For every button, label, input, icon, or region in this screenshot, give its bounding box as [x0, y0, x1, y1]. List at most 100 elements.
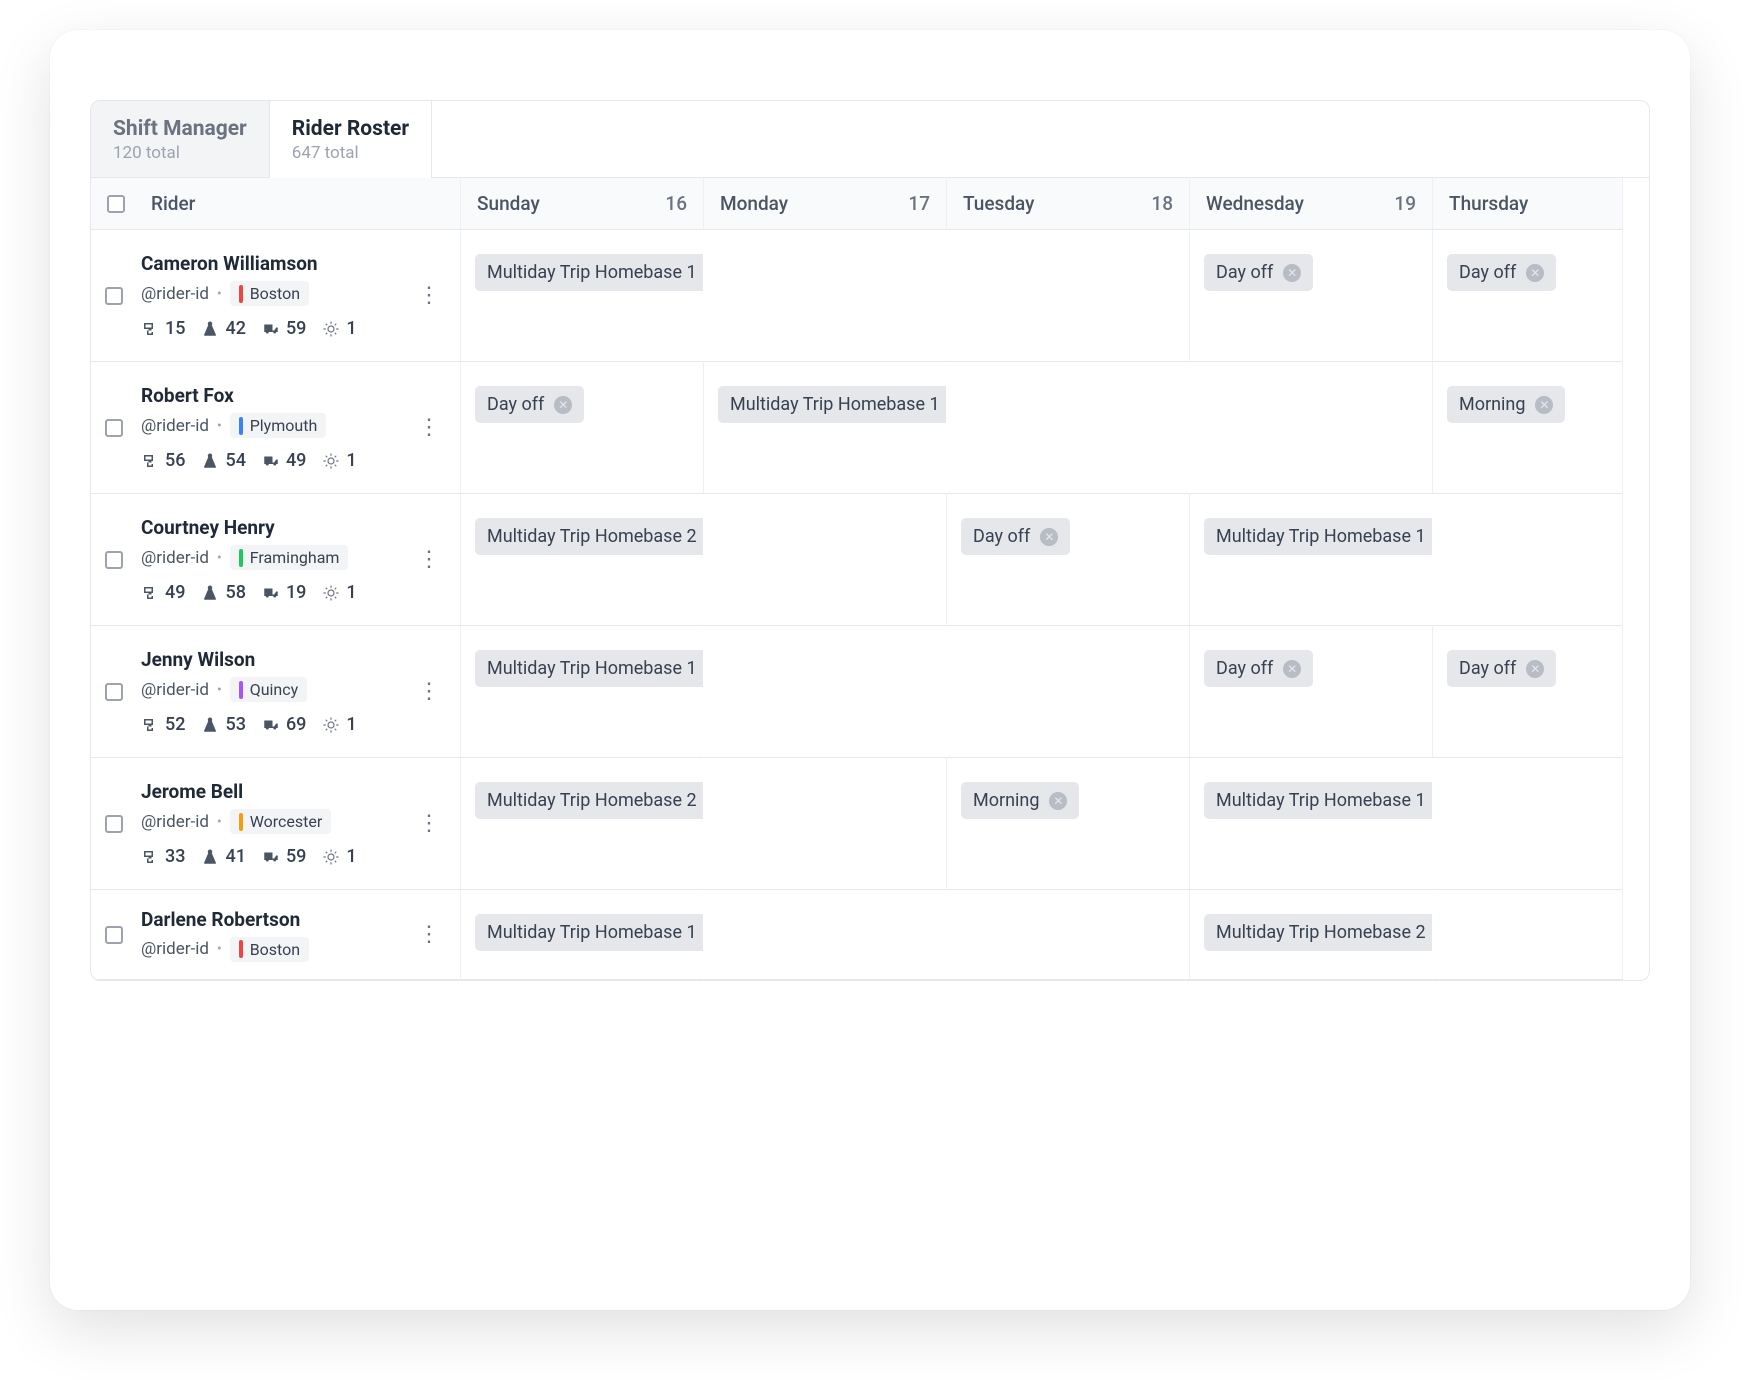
close-icon[interactable]: ✕ — [1283, 264, 1301, 282]
more-icon[interactable]: ⋮ — [412, 810, 446, 837]
close-icon[interactable]: ✕ — [1535, 396, 1553, 414]
schedule-cell[interactable] — [947, 626, 1190, 758]
schedule-cell[interactable] — [704, 626, 947, 758]
location-pill[interactable]: Plymouth — [230, 413, 327, 438]
schedule-cell[interactable] — [1433, 890, 1623, 980]
tab-rider-roster[interactable]: Rider Roster647 total — [270, 101, 432, 178]
close-icon[interactable]: ✕ — [1049, 792, 1067, 810]
schedule-chip[interactable]: Day off✕ — [1447, 254, 1556, 291]
location-pill[interactable]: Worcester — [230, 809, 332, 834]
schedule-cell[interactable]: Multiday Trip Homebase 1✕ — [461, 626, 704, 758]
schedule-cell[interactable] — [947, 362, 1190, 494]
row-checkbox[interactable] — [105, 419, 123, 437]
schedule-span[interactable]: Multiday Trip Homebase 2✕ — [1204, 914, 1433, 951]
close-icon[interactable]: ✕ — [554, 396, 572, 414]
more-icon[interactable]: ⋮ — [412, 921, 446, 948]
day-name: Thursday — [1449, 192, 1528, 215]
schedule-span[interactable]: Multiday Trip Homebase 1 — [1204, 518, 1433, 555]
schedule-cell[interactable]: Morning✕ — [1433, 362, 1623, 494]
schedule-cell[interactable] — [704, 230, 947, 362]
location-pill[interactable]: Boston — [230, 281, 309, 306]
schedule-span[interactable]: Multiday Trip Homebase 1✕ — [475, 650, 704, 687]
more-icon[interactable]: ⋮ — [412, 678, 446, 705]
close-icon[interactable]: ✕ — [1283, 660, 1301, 678]
schedule-span[interactable]: Multiday Trip Homebase 1✕ — [475, 254, 704, 291]
schedule-cell[interactable]: Day off✕ — [1433, 626, 1623, 758]
weight-icon — [201, 848, 219, 866]
schedule-cell[interactable] — [704, 494, 947, 626]
row-checkbox[interactable] — [105, 926, 123, 944]
schedule-span[interactable]: Multiday Trip Homebase 1✕ — [718, 386, 947, 423]
day-number: 18 — [1151, 192, 1173, 215]
metric-weight: 58 — [225, 582, 245, 603]
schedule-span[interactable]: Multiday Trip Homebase 1 — [1204, 782, 1433, 819]
day-name: Wednesday — [1206, 192, 1304, 215]
schedule-chip[interactable]: Morning✕ — [1447, 386, 1565, 423]
more-icon[interactable]: ⋮ — [412, 414, 446, 441]
separator: • — [217, 814, 222, 830]
schedule-cell[interactable] — [947, 890, 1190, 980]
schedule-cell[interactable] — [947, 230, 1190, 362]
schedule-cell[interactable]: Day off✕ — [947, 494, 1190, 626]
schedule-cell[interactable] — [1433, 494, 1623, 626]
rider-handle: @rider-id — [141, 416, 209, 436]
schedule-chip[interactable]: Day off✕ — [1447, 650, 1556, 687]
select-all-checkbox[interactable] — [107, 195, 125, 213]
row-checkbox[interactable] — [105, 815, 123, 833]
more-icon[interactable]: ⋮ — [412, 282, 446, 309]
schedule-cell[interactable]: Multiday Trip Homebase 1✕ — [461, 230, 704, 362]
schedule-cell[interactable]: Multiday Trip Homebase 2✕ — [461, 494, 704, 626]
header-day-wednesday: Wednesday19 — [1190, 178, 1433, 230]
schedule-cell[interactable]: Multiday Trip Homebase 1 — [1190, 494, 1433, 626]
rider-metrics: 5654491 — [141, 450, 394, 471]
schedule-cell[interactable] — [1433, 758, 1623, 890]
more-icon[interactable]: ⋮ — [412, 546, 446, 573]
schedule-cell[interactable]: Multiday Trip Homebase 2✕ — [1190, 890, 1433, 980]
row-checkbox[interactable] — [105, 551, 123, 569]
row-checkbox[interactable] — [105, 683, 123, 701]
schedule-cell[interactable]: Multiday Trip Homebase 1 — [1190, 758, 1433, 890]
schedule-cell[interactable]: Day off✕ — [1190, 626, 1433, 758]
schedule-cell[interactable] — [1190, 362, 1433, 494]
schedule-cell[interactable]: Multiday Trip Homebase 1✕ — [704, 362, 947, 494]
rider-handle: @rider-id — [141, 812, 209, 832]
metric-route: 15 — [165, 318, 185, 339]
schedule-chip[interactable]: Morning✕ — [961, 782, 1079, 819]
route-icon — [141, 452, 159, 470]
location-label: Plymouth — [250, 416, 318, 435]
schedule-chip[interactable]: Day off✕ — [1204, 254, 1313, 291]
schedule-span[interactable]: Multiday Trip Homebase 2✕ — [475, 782, 704, 819]
rider-info: Cameron Williamson@rider-id•Boston154259… — [141, 252, 394, 339]
close-icon[interactable]: ✕ — [1040, 528, 1058, 546]
span-label: Multiday Trip Homebase 1 — [1216, 526, 1426, 547]
close-icon[interactable]: ✕ — [1526, 264, 1544, 282]
location-pill[interactable]: Boston — [230, 937, 309, 962]
schedule-cell[interactable] — [704, 890, 947, 980]
route-icon — [141, 848, 159, 866]
schedule-cell[interactable]: Multiday Trip Homebase 1✕ — [461, 890, 704, 980]
header-rider: Rider — [91, 178, 461, 230]
rider-cell: Jenny Wilson@rider-id•Quincy5253691⋮ — [91, 626, 461, 758]
row-checkbox[interactable] — [105, 287, 123, 305]
location-pill[interactable]: Framingham — [230, 545, 349, 570]
close-icon[interactable]: ✕ — [1526, 660, 1544, 678]
location-label: Boston — [250, 940, 300, 959]
rider-info: Jerome Bell@rider-id•Worcester3341591 — [141, 780, 394, 867]
schedule-cell[interactable]: Multiday Trip Homebase 2✕ — [461, 758, 704, 890]
day-name: Sunday — [477, 192, 540, 215]
schedule-cell[interactable]: Morning✕ — [947, 758, 1190, 890]
location-pill[interactable]: Quincy — [230, 677, 308, 702]
schedule-chip[interactable]: Day off✕ — [1204, 650, 1313, 687]
schedule-cell[interactable]: Day off✕ — [1433, 230, 1623, 362]
schedule-span[interactable]: Multiday Trip Homebase 1✕ — [475, 914, 704, 951]
schedule-chip[interactable]: Day off✕ — [961, 518, 1070, 555]
rider-metrics: 5253691 — [141, 714, 394, 735]
schedule-span[interactable]: Multiday Trip Homebase 2✕ — [475, 518, 704, 555]
tab-shift-manager[interactable]: Shift Manager120 total — [91, 101, 270, 178]
tabs: Shift Manager120 totalRider Roster647 to… — [91, 101, 1649, 178]
schedule-cell[interactable] — [704, 758, 947, 890]
schedule-cell[interactable]: Day off✕ — [461, 362, 704, 494]
schedule-chip[interactable]: Day off✕ — [475, 386, 584, 423]
rider-name: Robert Fox — [141, 384, 394, 407]
schedule-cell[interactable]: Day off✕ — [1190, 230, 1433, 362]
